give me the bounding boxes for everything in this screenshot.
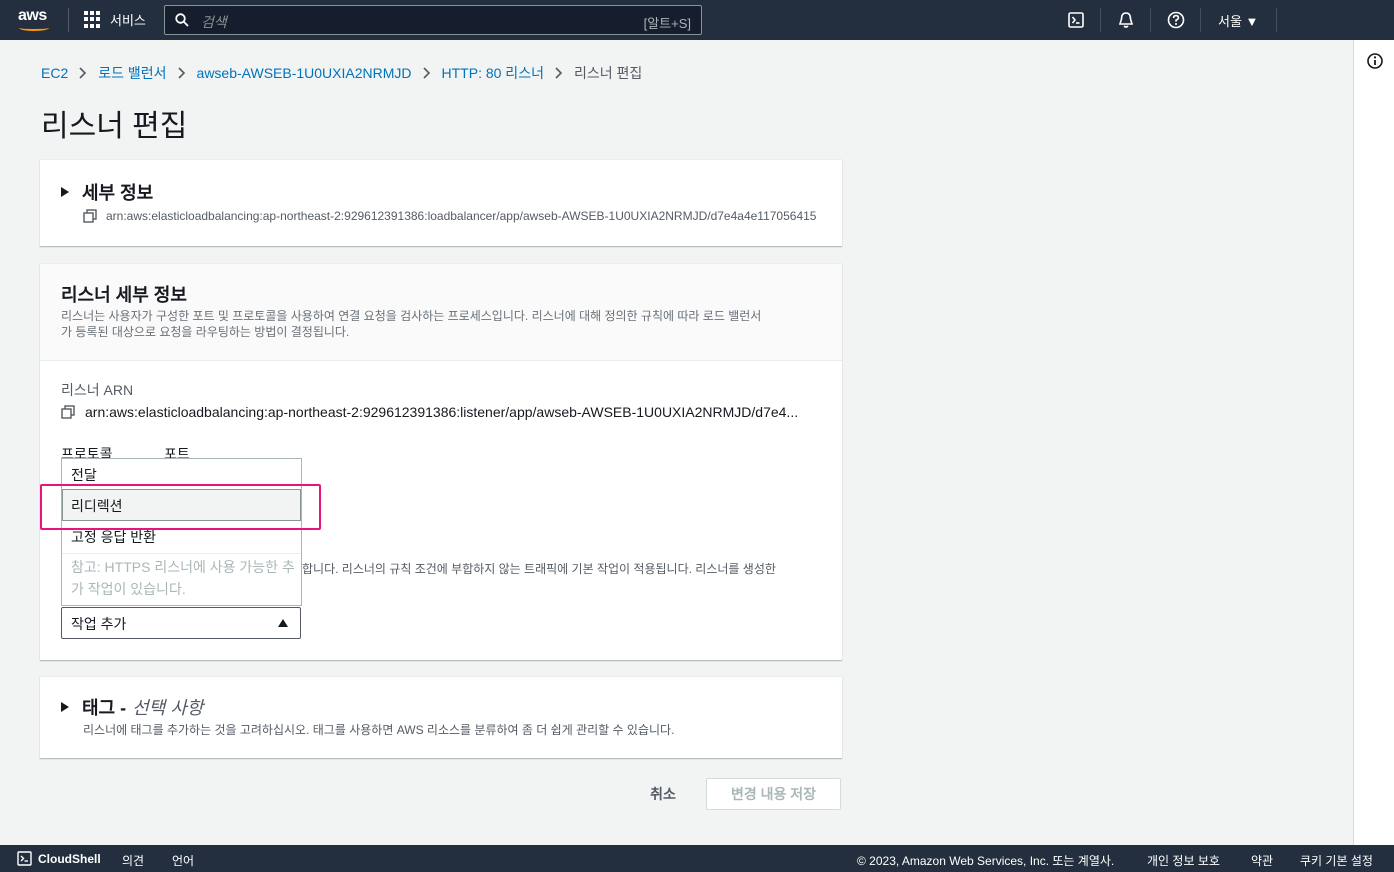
cloudshell-icon[interactable] [17, 851, 32, 866]
add-action-label: 작업 추가 [71, 616, 127, 632]
search-icon [175, 13, 189, 27]
chevron-right-icon [555, 67, 563, 79]
chevron-right-icon [177, 67, 185, 79]
listener-arn: arn:aws:elasticloadbalancing:ap-northeas… [85, 404, 799, 420]
bell-icon[interactable] [1116, 10, 1136, 30]
nav-divider [1150, 8, 1151, 32]
caret-up-icon [278, 619, 288, 627]
feedback-link[interactable]: 의견 [122, 852, 144, 869]
search-input[interactable]: 검색 [알트+S] [164, 5, 702, 35]
privacy-link[interactable]: 개인 정보 보호 [1147, 852, 1220, 869]
help-panel-rail [1353, 40, 1394, 845]
services-label: 서비스 [110, 13, 146, 28]
breadcrumb-ec2[interactable]: EC2 [41, 65, 68, 81]
listener-description-line2: 가 등록된 대상으로 요청을 라우팅하는 방법이 결정됩니다. [61, 325, 350, 339]
default-action-description: 합니다. 리스너의 규칙 조건에 부합하지 않는 트래픽에 기본 작업이 적용됩… [302, 562, 776, 576]
action-dropdown-menu: 전달 리디렉션 고정 응답 반환 참고: HTTPS 리스너에 사용 가능한 추… [61, 458, 302, 606]
copy-icon[interactable] [61, 405, 75, 419]
details-arn: arn:aws:elasticloadbalancing:ap-northeas… [83, 209, 816, 223]
listener-arn-row: arn:aws:elasticloadbalancing:ap-northeas… [61, 404, 798, 420]
footer: CloudShell 의견 언어 © 2023, Amazon Web Serv… [0, 845, 1394, 872]
help-icon[interactable] [1166, 10, 1186, 30]
terms-link[interactable]: 약관 [1251, 852, 1273, 869]
cookie-preferences-link[interactable]: 쿠키 기본 설정 [1300, 852, 1373, 869]
nav-divider [68, 8, 69, 32]
grid-icon [84, 10, 102, 29]
details-panel: 세부 정보 arn:aws:elasticloadbalancing:ap-no… [40, 159, 842, 246]
cloudshell-link[interactable]: CloudShell [38, 852, 101, 866]
details-toggle[interactable]: 세부 정보 [61, 179, 153, 205]
aws-smile-icon [19, 25, 49, 31]
breadcrumb: EC2 로드 밸런서 awseb-AWSEB-1U0UXIA2NRMJD HTT… [41, 63, 642, 83]
breadcrumb-load-balancers[interactable]: 로드 밸런서 [98, 63, 166, 83]
breadcrumb-listener[interactable]: HTTP: 80 리스너 [442, 63, 544, 83]
nav-divider [1276, 8, 1277, 32]
dropdown-option-forward[interactable]: 전달 [71, 465, 97, 485]
caret-right-icon [61, 187, 69, 197]
caret-right-icon [61, 702, 69, 712]
dropdown-note: 참고: HTTPS 리스너에 사용 가능한 추가 작업이 있습니다. [71, 559, 295, 597]
tags-optional-label: 선택 사항 [132, 698, 204, 718]
chevron-right-icon [79, 67, 87, 79]
aws-logo[interactable]: aws [18, 7, 52, 33]
chevron-right-icon [422, 67, 430, 79]
add-action-select[interactable]: 작업 추가 [61, 607, 301, 639]
info-icon[interactable] [1366, 52, 1384, 70]
tags-title: 태그 - [82, 698, 127, 718]
copyright-text: © 2023, Amazon Web Services, Inc. 또는 계열사… [857, 854, 1115, 868]
services-menu-button[interactable]: 서비스 [84, 10, 146, 29]
top-navigation: aws 서비스 검색 [알트+S] 서울 ▼ [0, 0, 1394, 40]
highlight-box [40, 484, 321, 530]
load-balancer-arn: arn:aws:elasticloadbalancing:ap-northeas… [106, 209, 817, 223]
search-shortcut: [알트+S] [643, 16, 691, 31]
listener-description: 리스너는 사용자가 구성한 포트 및 프로토콜을 사용하여 연결 요청을 검사하… [61, 308, 831, 340]
tags-description: 리스너에 태그를 추가하는 것을 고려하십시오. 태그를 사용하면 AWS 리소… [83, 723, 675, 737]
region-selector[interactable]: 서울 ▼ [1218, 11, 1258, 30]
nav-divider [1100, 8, 1101, 32]
save-changes-button[interactable]: 변경 내용 저장 [706, 778, 841, 810]
aws-logo-text: aws [18, 7, 47, 24]
page-title: 리스너 편집 [41, 110, 188, 143]
tags-toggle[interactable]: 태그 - 선택 사항 [61, 694, 203, 720]
listener-description-line1: 리스너는 사용자가 구성한 포트 및 프로토콜을 사용하여 연결 요청을 검사하… [61, 309, 762, 323]
dropdown-divider [62, 553, 301, 554]
dropdown-option-fixed-response[interactable]: 고정 응답 반환 [71, 527, 156, 547]
tags-panel: 태그 - 선택 사항 리스너에 태그를 추가하는 것을 고려하십시오. 태그를 … [40, 676, 842, 758]
nav-divider [1200, 8, 1201, 32]
breadcrumb-load-balancer[interactable]: awseb-AWSEB-1U0UXIA2NRMJD [197, 65, 412, 81]
listener-arn-label: 리스너 ARN [61, 382, 134, 398]
search-placeholder: 검색 [201, 14, 227, 30]
breadcrumb-current: 리스너 편집 [573, 65, 643, 81]
language-link[interactable]: 언어 [172, 852, 194, 869]
copy-icon[interactable] [83, 209, 97, 223]
cloudshell-icon[interactable] [1066, 10, 1086, 30]
listener-details-title: 리스너 세부 정보 [61, 285, 187, 305]
details-title: 세부 정보 [82, 183, 154, 203]
cancel-button[interactable]: 취소 [632, 778, 694, 810]
